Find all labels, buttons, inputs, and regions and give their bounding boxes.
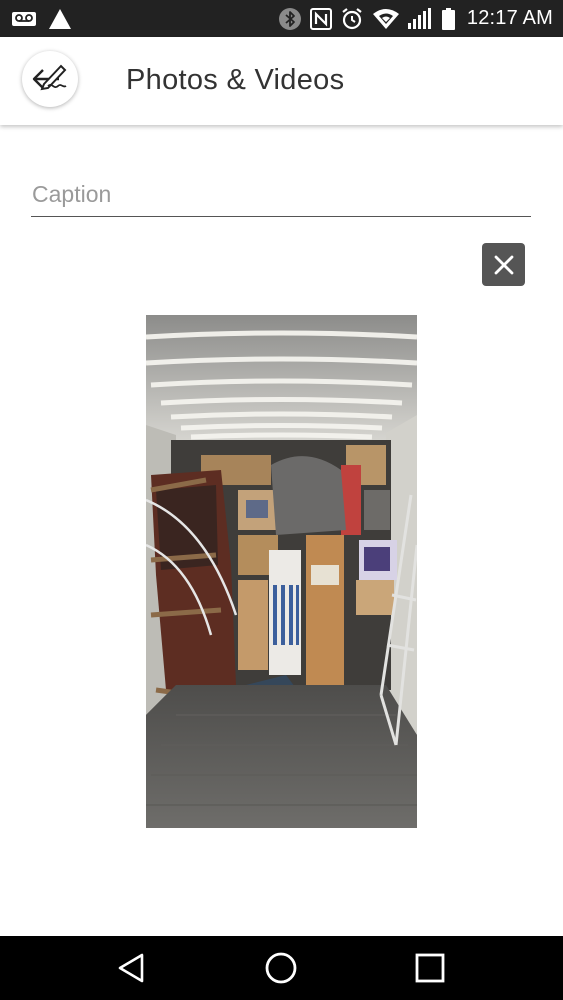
- home-nav-icon: [265, 952, 297, 984]
- recents-nav-icon: [415, 953, 445, 983]
- warning-icon: [49, 8, 71, 29]
- remove-photo-button[interactable]: [482, 243, 525, 286]
- caption-input[interactable]: [31, 172, 531, 217]
- photos-videos-screen: 12:17 AM Photos & Videos: [0, 0, 563, 1000]
- status-bar: 12:17 AM: [0, 0, 563, 37]
- app-bar: Photos & Videos: [0, 37, 563, 125]
- nfc-icon: [309, 7, 332, 30]
- nav-back-button[interactable]: [92, 936, 172, 1000]
- voicemail-icon: [12, 11, 36, 26]
- status-time: 12:17 AM: [466, 7, 553, 29]
- bluetooth-icon: [278, 7, 301, 30]
- nav-home-button[interactable]: [241, 936, 321, 1000]
- cell-signal-icon: [407, 7, 431, 29]
- status-right: 12:17 AM: [278, 0, 553, 37]
- edit-back-icon: [32, 64, 67, 91]
- close-icon: [494, 255, 513, 274]
- status-left: [12, 0, 72, 37]
- photo-thumbnail[interactable]: [146, 315, 417, 828]
- nav-recents-button[interactable]: [390, 936, 470, 1000]
- page-title: Photos & Videos: [126, 64, 345, 96]
- system-nav-bar: [0, 936, 563, 1000]
- truck-cargo-image: [146, 315, 417, 828]
- back-button[interactable]: [22, 51, 78, 107]
- battery-icon: [441, 7, 455, 30]
- alarm-icon: [342, 7, 362, 29]
- wifi-icon: [372, 8, 399, 29]
- back-nav-icon: [118, 953, 144, 983]
